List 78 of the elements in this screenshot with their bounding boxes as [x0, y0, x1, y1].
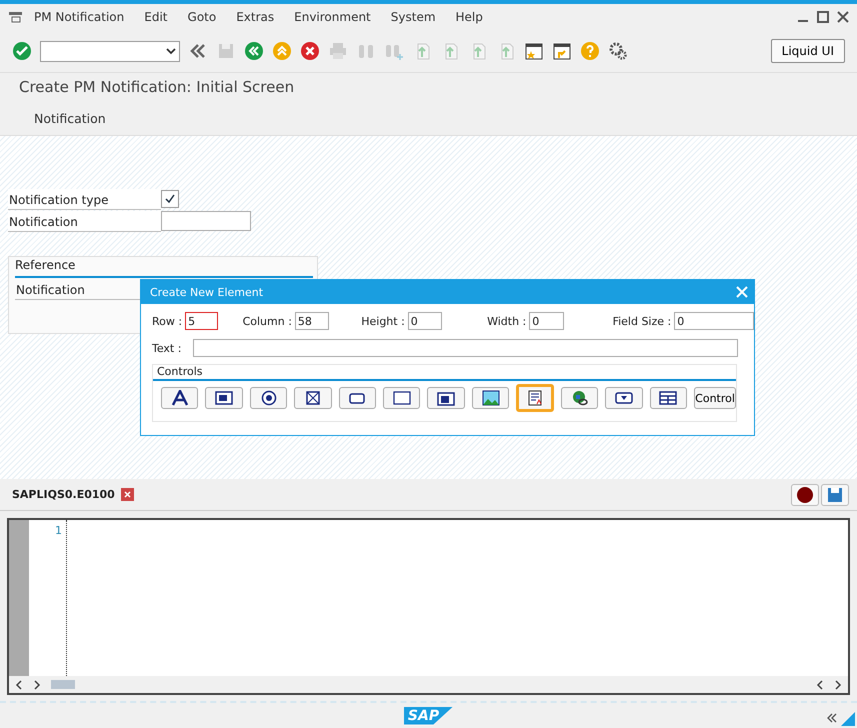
screen-title: Create PM Notification: Initial Screen [18, 77, 296, 98]
scroll-left-icon[interactable] [816, 680, 824, 690]
menu-item[interactable]: Goto [178, 10, 226, 24]
control-type-button[interactable] [205, 387, 243, 409]
menu-item[interactable]: Help [446, 10, 493, 24]
maximize-icon[interactable] [817, 11, 829, 23]
labeled-field-icon [437, 390, 456, 406]
control-type-button[interactable] [560, 387, 598, 409]
line-number: 1 [54, 524, 62, 537]
dropdown-caret-icon[interactable] [166, 47, 176, 55]
scroll-right-icon[interactable] [33, 680, 41, 690]
field-label: Field Size : [612, 314, 672, 328]
input-field[interactable]: 58 [294, 312, 330, 330]
input-field[interactable] [161, 211, 251, 231]
image-icon [482, 390, 500, 406]
input-field[interactable] [193, 339, 738, 357]
menu-item[interactable]: System [380, 10, 446, 24]
input-field[interactable]: 0 [529, 312, 564, 330]
close-icon[interactable] [120, 488, 134, 501]
control-type-button[interactable] [161, 387, 198, 409]
new-session-icon[interactable] [524, 41, 544, 61]
control-type-button[interactable] [383, 387, 420, 409]
shortcut-icon[interactable] [552, 41, 572, 61]
menu-item[interactable]: Extras [226, 10, 284, 24]
group-title: Controls [153, 365, 736, 381]
control-type-button[interactable] [427, 387, 465, 409]
dropdown-icon [615, 390, 634, 406]
close-icon[interactable] [837, 11, 849, 23]
back-icon[interactable] [244, 41, 264, 61]
logo: SAP [404, 706, 454, 724]
editor-tab[interactable]: SAPLIQS0.E0100 [12, 488, 115, 501]
field-label: Notification type [8, 188, 161, 210]
scroll-left-icon[interactable] [15, 680, 23, 690]
field-label: Notification [8, 210, 161, 232]
field-label: Row : [152, 314, 182, 328]
control-type-button[interactable] [250, 387, 288, 409]
menu-item[interactable]: Environment [284, 10, 381, 24]
input-field[interactable]: 0 [408, 312, 442, 330]
liquid-ui-button[interactable]: Liquid UI [770, 39, 845, 63]
control-type-button[interactable] [605, 387, 643, 409]
control-type-button[interactable] [650, 387, 688, 409]
scroll-right-icon[interactable] [834, 680, 842, 690]
menu-icon[interactable] [8, 10, 24, 24]
record-icon [797, 486, 813, 502]
radio-button-icon [260, 390, 278, 406]
save-button[interactable] [821, 484, 849, 506]
resize-grip-icon[interactable] [841, 712, 855, 726]
input-field[interactable]: 5 [185, 312, 218, 330]
text-document-icon [526, 390, 544, 406]
menu-item[interactable]: Edit [134, 10, 178, 24]
control-type-button[interactable] [338, 387, 376, 409]
field-label: Width : [487, 314, 526, 328]
field-label: Height : [361, 314, 405, 328]
menu-item[interactable]: PM Notification [24, 10, 134, 24]
checkbox[interactable] [161, 190, 179, 208]
input-field-icon [215, 390, 234, 406]
collapse-icon[interactable] [827, 713, 837, 723]
globe-link-icon [570, 390, 589, 406]
checkbox-icon [304, 390, 322, 406]
control-type-button[interactable] [516, 384, 554, 412]
control-type-button[interactable] [472, 387, 510, 409]
checkmark-icon [165, 194, 175, 204]
input-field[interactable]: 0 [674, 312, 754, 330]
code-editor[interactable]: 1 [7, 518, 850, 695]
record-button[interactable] [791, 484, 819, 506]
scroll-thumb[interactable] [51, 680, 75, 689]
field-label: Column : [242, 314, 292, 328]
cancel-icon[interactable] [300, 41, 320, 61]
command-field[interactable] [40, 40, 180, 62]
group-box-icon [392, 390, 411, 406]
field-label: Text : [152, 342, 182, 354]
table-icon [659, 390, 678, 406]
toolbar-button[interactable]: Notification [34, 110, 106, 126]
control-type-button[interactable] [294, 387, 332, 409]
settings-icon[interactable] [608, 41, 628, 61]
letter-icon [170, 390, 189, 406]
control-type-button[interactable]: Control [694, 387, 736, 409]
enter-icon[interactable] [12, 41, 32, 61]
